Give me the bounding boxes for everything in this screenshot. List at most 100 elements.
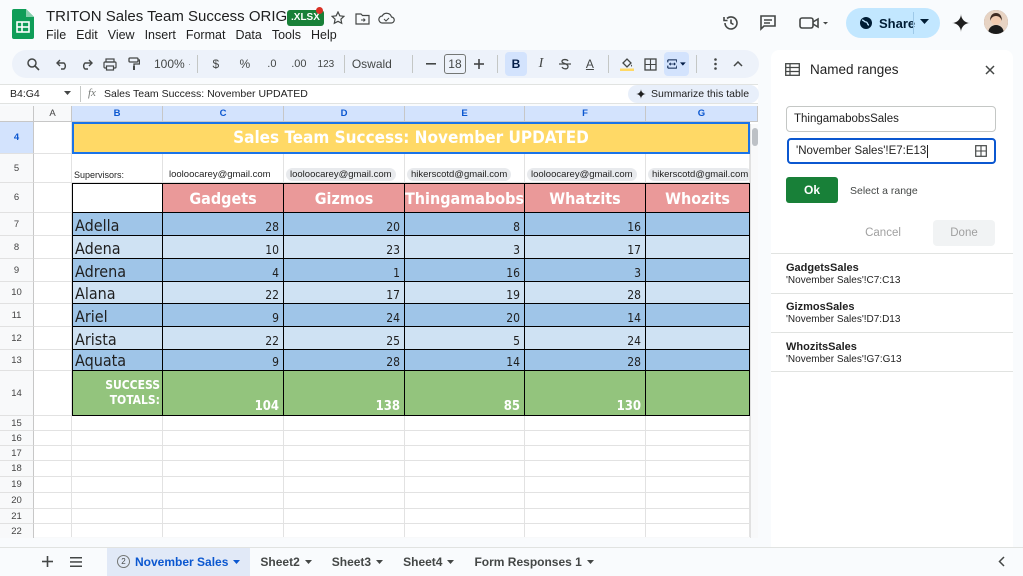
share-button[interactable]: Share (846, 8, 940, 38)
total-cell[interactable]: 85 (405, 371, 525, 416)
product-header-cell[interactable]: Whozits (646, 183, 750, 213)
email-chip[interactable]: looloocarey@gmail.com (286, 168, 396, 181)
row-header-11[interactable]: 11 (0, 304, 34, 327)
cell-a5[interactable] (34, 154, 72, 183)
empty-cell[interactable] (163, 477, 284, 493)
supervisor-email-cell[interactable]: looloocarey@gmail.com (163, 154, 284, 183)
total-cell[interactable]: 104 (163, 371, 284, 416)
empty-cell[interactable] (284, 446, 405, 461)
cell-a17[interactable] (34, 446, 72, 461)
value-cell[interactable] (646, 282, 750, 304)
empty-cell[interactable] (525, 461, 646, 477)
empty-cell[interactable] (405, 461, 525, 477)
supervisor-email-cell[interactable]: looloocarey@gmail.com (525, 154, 646, 183)
value-cell[interactable]: 17 (284, 282, 405, 304)
empty-cell[interactable] (405, 446, 525, 461)
empty-cell[interactable] (405, 431, 525, 446)
value-cell[interactable] (646, 236, 750, 259)
empty-cell[interactable] (163, 524, 284, 538)
menu-view[interactable]: View (108, 28, 135, 42)
menu-help[interactable]: Help (311, 28, 337, 42)
sheet-title-cell[interactable]: Sales Team Success: November UPDATED (72, 122, 750, 154)
more-formats-button[interactable]: 123 (315, 52, 337, 76)
row-header-19[interactable]: 19 (0, 477, 34, 493)
avatar[interactable] (984, 10, 1008, 34)
tab-sheet2[interactable]: Sheet2 (250, 548, 321, 576)
empty-cell[interactable] (163, 509, 284, 524)
range-name-input[interactable]: ThingamabobsSales (786, 106, 996, 132)
value-cell[interactable]: 3 (405, 236, 525, 259)
value-cell[interactable]: 28 (284, 350, 405, 371)
empty-cell[interactable] (405, 509, 525, 524)
supervisor-email-cell[interactable]: hikerscotd@gmail.com (646, 154, 750, 183)
tab-form-responses-1[interactable]: Form Responses 1 (464, 548, 603, 576)
row-header-18[interactable]: 18 (0, 461, 34, 477)
name-cell[interactable]: Aquata (72, 350, 163, 371)
strikethrough-icon[interactable] (554, 52, 576, 76)
column-header-e[interactable]: E (405, 106, 525, 122)
empty-cell[interactable] (284, 461, 405, 477)
row-header-16[interactable]: 16 (0, 431, 34, 446)
summarize-table-button[interactable]: Summarize this table (628, 85, 760, 103)
cell-a19[interactable] (34, 477, 72, 493)
cell-a13[interactable] (34, 350, 72, 371)
fill-color-icon[interactable] (616, 52, 638, 76)
row-header-12[interactable]: 12 (0, 327, 34, 350)
value-cell[interactable] (646, 327, 750, 350)
name-cell[interactable]: Arista (72, 327, 163, 350)
row-header-15[interactable]: 15 (0, 416, 34, 431)
cell-a12[interactable] (34, 327, 72, 350)
share-dropdown-icon[interactable] (920, 19, 929, 25)
row-header-4[interactable]: 4 (0, 122, 34, 154)
history-icon[interactable] (720, 12, 742, 34)
empty-cell[interactable] (405, 416, 525, 431)
empty-cell[interactable] (525, 416, 646, 431)
paint-format-icon[interactable] (123, 52, 145, 76)
empty-cell[interactable] (405, 477, 525, 493)
totals-label-cell[interactable]: SUCCESS TOTALS: (72, 371, 163, 416)
empty-cell[interactable] (163, 493, 284, 509)
increase-font-size-icon[interactable] (468, 52, 490, 76)
value-cell[interactable]: 24 (284, 304, 405, 327)
name-cell[interactable]: Ariel (72, 304, 163, 327)
empty-cell[interactable] (646, 477, 750, 493)
empty-cell[interactable] (525, 446, 646, 461)
header-blank-cell[interactable] (72, 183, 163, 213)
more-options-icon[interactable] (704, 52, 726, 76)
menu-format[interactable]: Format (186, 28, 226, 42)
move-folder-icon[interactable] (354, 10, 370, 26)
value-cell[interactable]: 22 (163, 327, 284, 350)
redo-icon[interactable] (75, 52, 97, 76)
print-icon[interactable] (99, 52, 121, 76)
decrease-font-size-icon[interactable] (420, 52, 442, 76)
row-header-20[interactable]: 20 (0, 493, 34, 509)
name-cell[interactable]: Alana (72, 282, 163, 304)
text-color-button[interactable]: A (579, 52, 601, 76)
row-header-9[interactable]: 9 (0, 259, 34, 282)
name-box[interactable]: B4:G4 (10, 88, 40, 100)
product-header-cell[interactable]: Gadgets (163, 183, 284, 213)
empty-cell[interactable] (525, 524, 646, 538)
empty-cell[interactable] (405, 524, 525, 538)
row-header-8[interactable]: 8 (0, 236, 34, 259)
document-title[interactable]: TRITON Sales Team Success ORIGINAL (46, 8, 321, 25)
column-header-b[interactable]: B (72, 106, 163, 122)
currency-format-button[interactable]: $ (205, 52, 227, 76)
value-cell[interactable]: 4 (163, 259, 284, 282)
merge-cells-icon[interactable] (663, 52, 690, 76)
name-cell[interactable]: Adella (72, 213, 163, 236)
borders-icon[interactable] (640, 52, 662, 76)
empty-cell[interactable] (284, 431, 405, 446)
value-cell[interactable]: 24 (525, 327, 646, 350)
empty-cell[interactable] (163, 416, 284, 431)
value-cell[interactable] (646, 213, 750, 236)
row-header-22[interactable]: 22 (0, 524, 34, 538)
empty-cell[interactable] (163, 431, 284, 446)
cell-a11[interactable] (34, 304, 72, 327)
value-cell[interactable]: 20 (284, 213, 405, 236)
cancel-button[interactable]: Cancel (854, 220, 912, 246)
cell-a21[interactable] (34, 509, 72, 524)
add-sheet-icon[interactable] (40, 556, 54, 567)
row-header-7[interactable]: 7 (0, 213, 34, 236)
empty-cell[interactable] (72, 477, 163, 493)
